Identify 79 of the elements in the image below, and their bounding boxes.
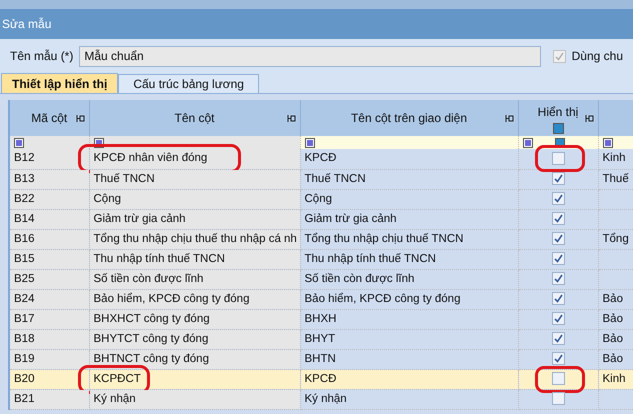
table-cell: Bảo: [602, 332, 623, 344]
pin-icon[interactable]: [584, 115, 594, 122]
table-cell: Bảo: [602, 292, 623, 304]
checkbox[interactable]: [552, 352, 564, 365]
table-cell: Ký nhận: [304, 392, 347, 404]
table-cell: Ký nhận: [94, 392, 136, 404]
pin-icon[interactable]: [504, 115, 514, 122]
input-field[interactable]: Mẫu chuẩn: [79, 46, 542, 66]
table-cell: KCPĐCT: [94, 372, 141, 384]
checkbox[interactable]: [552, 392, 564, 405]
checkbox[interactable]: [552, 172, 564, 185]
table-cell: B17: [14, 312, 34, 324]
checkbox[interactable]: [552, 292, 564, 305]
table-cell: Cộng: [94, 192, 121, 204]
table-cell: BHXH: [304, 312, 336, 324]
table-cell: Bảo hiểm, KPCĐ công ty đóng: [304, 292, 460, 304]
table-cell: B13: [14, 172, 34, 184]
table-cell: B12: [14, 152, 34, 164]
table-cell: BHTNCT công ty đóng: [94, 352, 209, 364]
table-cell: KPCĐ: [304, 152, 336, 164]
table-cell: Số tiền còn được lĩnh: [94, 272, 204, 284]
checkbox[interactable]: [552, 152, 564, 165]
filter-icon[interactable]: [602, 138, 612, 148]
table-cell: Bảo: [602, 352, 623, 364]
table-cell: BHYTCT công ty đóng: [94, 332, 208, 344]
column-header[interactable]: Mã cột: [31, 109, 68, 127]
filter-icon[interactable]: [14, 138, 24, 148]
table-cell: Kinh: [602, 152, 626, 164]
table-cell: Thuế: [602, 172, 629, 184]
filter-icon[interactable]: [304, 138, 314, 148]
filter-icon[interactable]: [522, 138, 532, 148]
table-cell: KPCĐ: [304, 372, 336, 384]
table-cell: Tổng thu nhập chịu thuế thu nhập cá nh: [94, 232, 297, 244]
checkbox[interactable]: [552, 312, 564, 325]
table-cell: BHTN: [304, 352, 336, 364]
table-cell: Số tiền còn được lĩnh: [304, 272, 414, 284]
table-cell: B19: [14, 352, 34, 364]
table-cell: B24: [14, 292, 34, 304]
table-cell: BHYT: [304, 332, 336, 344]
tab[interactable]: Thiết lập hiển thị: [1, 73, 118, 93]
checkbox[interactable]: [552, 272, 564, 285]
table-cell: Thu nhập tính thuế TNCN: [304, 252, 436, 264]
field-label: Tên mẫu (*): [10, 48, 74, 65]
table-cell: Kinh: [602, 372, 626, 384]
checkbox-label: Dùng chu: [572, 48, 623, 65]
table-cell: B20: [14, 372, 34, 384]
column-header[interactable]: Tên cột trên giao diện: [350, 109, 468, 127]
table-cell: Tổng: [602, 232, 629, 244]
table-cell: Thu nhập tính thuế TNCN: [94, 252, 225, 264]
table-cell: B22: [14, 192, 34, 204]
select-all-icon[interactable]: [552, 122, 564, 134]
table-cell: Thuế TNCN: [304, 172, 366, 184]
table-cell: Thuế TNCN: [94, 172, 155, 184]
table-cell: B18: [14, 332, 34, 344]
pin-icon[interactable]: [76, 115, 84, 122]
table-cell: Bảo: [602, 312, 623, 324]
table-cell: B16: [14, 232, 34, 244]
tab[interactable]: Cấu trúc bảng lương: [118, 74, 259, 93]
column-header[interactable]: Hiển thị: [538, 102, 578, 120]
checkbox[interactable]: [552, 192, 564, 205]
table-cell: B15: [14, 252, 34, 264]
table-cell: BHXHCT công ty đóng: [94, 312, 210, 324]
table-cell: Giảm trừ gia cảnh: [304, 212, 397, 224]
table-cell: Bảo hiểm, KPCĐ công ty đóng: [94, 292, 250, 304]
checkbox[interactable]: [552, 332, 564, 345]
column-header[interactable]: Tên cột: [174, 109, 215, 127]
table-cell: B25: [14, 272, 34, 284]
table-cell: KPCĐ nhân viên đóng: [94, 152, 208, 164]
table-cell: B14: [14, 212, 34, 224]
checkbox[interactable]: [552, 232, 564, 245]
window-title: Sửa mẫu: [2, 16, 52, 33]
checkbox[interactable]: [552, 212, 564, 225]
pin-icon[interactable]: [286, 115, 296, 122]
checkbox[interactable]: [552, 372, 564, 385]
checkbox[interactable]: [552, 252, 564, 265]
table-cell: Tổng thu nhập chịu thuế TNCN: [304, 232, 464, 244]
table-cell: Giảm trừ gia cảnh: [94, 212, 186, 224]
table-cell: B21: [14, 392, 34, 404]
table-cell: Cộng: [304, 192, 332, 204]
